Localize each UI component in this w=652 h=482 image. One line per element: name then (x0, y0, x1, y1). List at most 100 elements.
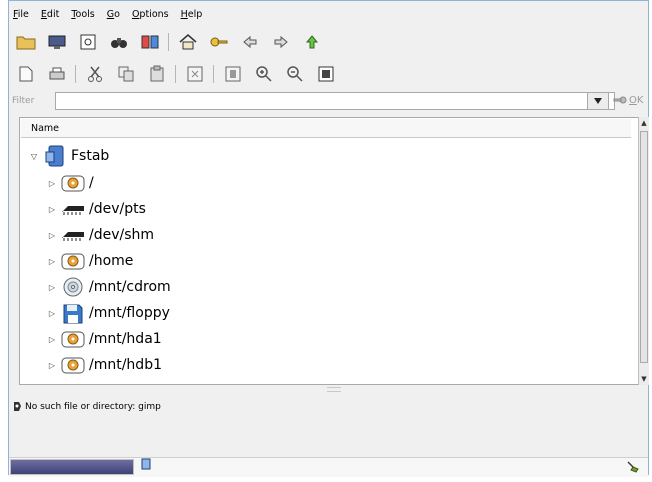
delete-button[interactable] (184, 63, 206, 85)
properties-button[interactable] (222, 63, 244, 85)
filter-dropdown-button[interactable] (587, 92, 609, 110)
zoom-in-icon (256, 66, 272, 82)
tree-row-label: /dev/shm (89, 227, 155, 243)
tree-row[interactable]: ▷ /mnt/cdrom (47, 275, 171, 299)
expander-closed-icon[interactable]: ▷ (47, 335, 57, 344)
progress-fill (11, 460, 133, 474)
warning-icon (14, 402, 21, 411)
print-button[interactable] (46, 63, 68, 85)
expander-closed-icon[interactable]: ▷ (47, 179, 57, 188)
monitor-button[interactable] (46, 31, 68, 53)
column-header-name[interactable]: Name (21, 119, 631, 138)
toolbar-separator (175, 65, 176, 83)
tree-row-label: Fstab (71, 148, 110, 164)
view-icon (318, 66, 334, 82)
menu-edit[interactable]: Edit (41, 9, 59, 25)
pane-resize-handle[interactable] (327, 387, 341, 392)
floppy-icon (61, 301, 85, 325)
binoculars-button[interactable] (108, 31, 130, 53)
copy-button[interactable] (115, 63, 137, 85)
tree-scrollbar[interactable]: ▲ ▼ (638, 117, 649, 385)
menu-tools[interactable]: Tools (71, 9, 94, 25)
harddisk-icon (61, 327, 85, 351)
key-icon (613, 96, 627, 104)
broom-icon[interactable] (626, 460, 640, 477)
expander-closed-icon[interactable]: ▷ (47, 205, 57, 214)
expander-closed-icon[interactable]: ▷ (47, 257, 57, 266)
cdrom-icon (61, 275, 85, 299)
tree-row[interactable]: ▷ /mnt/hdb1 (47, 353, 162, 377)
home-button[interactable] (177, 31, 199, 53)
statusbar (9, 457, 648, 477)
delete-icon (187, 66, 203, 82)
toolbar-separator (213, 65, 214, 83)
main-window: File Edit Tools Go Options Help Filter O… (8, 0, 649, 477)
menu-go[interactable]: Go (107, 9, 120, 25)
up-arrow-icon (305, 35, 319, 49)
new-document-button[interactable] (15, 63, 37, 85)
view-button[interactable] (315, 63, 337, 85)
zoom-out-button[interactable] (284, 63, 306, 85)
copy-icon (118, 66, 134, 82)
tree-row[interactable]: ▷ / (47, 171, 94, 195)
toolbar-edit (15, 63, 346, 85)
tree-row[interactable]: ▷ /home (47, 249, 133, 273)
toolbar-separator (75, 65, 76, 83)
zoom-in-button[interactable] (253, 63, 275, 85)
harddisk-icon (61, 249, 85, 273)
menu-help[interactable]: Help (181, 9, 203, 25)
expander-closed-icon[interactable]: ▷ (47, 361, 57, 370)
key-button[interactable] (208, 31, 230, 53)
tree-row-label: / (89, 175, 94, 191)
progress-bar (10, 459, 134, 475)
scroll-up-icon[interactable]: ▲ (639, 117, 649, 129)
scroll-down-icon[interactable]: ▼ (639, 373, 649, 385)
document-icon[interactable] (141, 458, 151, 473)
menu-options[interactable]: Options (132, 9, 169, 25)
back-button[interactable] (239, 31, 261, 53)
print-icon (49, 67, 65, 80)
tree-row-label: /home (89, 253, 134, 269)
chevron-down-icon (594, 98, 602, 104)
folder-icon (16, 36, 36, 50)
tree-row-label: /mnt/hdb1 (89, 357, 162, 373)
menubar: File Edit Tools Go Options Help (13, 9, 202, 25)
tree-row-label: /dev/pts (89, 201, 146, 217)
tree-row-label: /mnt/floppy (89, 305, 170, 321)
cut-icon (88, 66, 102, 82)
tree-row-label: /mnt/cdrom (89, 279, 171, 295)
toolbar-separator (168, 33, 169, 51)
expander-open-icon[interactable]: ▽ (29, 152, 39, 161)
cut-button[interactable] (84, 63, 106, 85)
expander-closed-icon[interactable]: ▷ (47, 309, 57, 318)
folder-button[interactable] (15, 31, 37, 53)
expander-closed-icon[interactable]: ▷ (47, 283, 57, 292)
monitor-icon (48, 35, 66, 49)
up-button[interactable] (301, 31, 323, 53)
book-button[interactable] (139, 31, 161, 53)
status-message: No such file or directory: gimp (12, 401, 161, 412)
menu-file[interactable]: File (13, 9, 29, 25)
forward-arrow-icon (274, 35, 288, 49)
paste-icon (150, 65, 164, 82)
ok-button[interactable]: OK (613, 94, 643, 106)
scrollbar-thumb[interactable] (640, 131, 648, 363)
filter-input[interactable] (55, 92, 615, 110)
forward-button[interactable] (270, 31, 292, 53)
tree-row-root[interactable]: ▽ Fstab (29, 144, 109, 168)
bookmark-page-button[interactable] (77, 31, 99, 53)
home-icon (179, 34, 197, 50)
tree-row[interactable]: ▷ /mnt/floppy (47, 301, 170, 325)
bookmark-page-icon (80, 34, 96, 50)
book-icon (141, 35, 159, 49)
tree-row-label: /mnt/hda1 (89, 331, 162, 347)
tree-row[interactable]: ▷ /mnt/hda1 (47, 327, 162, 351)
expander-closed-icon[interactable]: ▷ (47, 231, 57, 240)
tree-row[interactable]: ▷ /dev/shm (47, 223, 154, 247)
paste-button[interactable] (146, 63, 168, 85)
filter-label: Filter (12, 96, 35, 106)
tree-row[interactable]: ▷ /dev/pts (47, 197, 146, 221)
binoculars-icon (111, 38, 127, 48)
toolbar-main (15, 31, 332, 53)
harddisk-icon (61, 171, 85, 195)
